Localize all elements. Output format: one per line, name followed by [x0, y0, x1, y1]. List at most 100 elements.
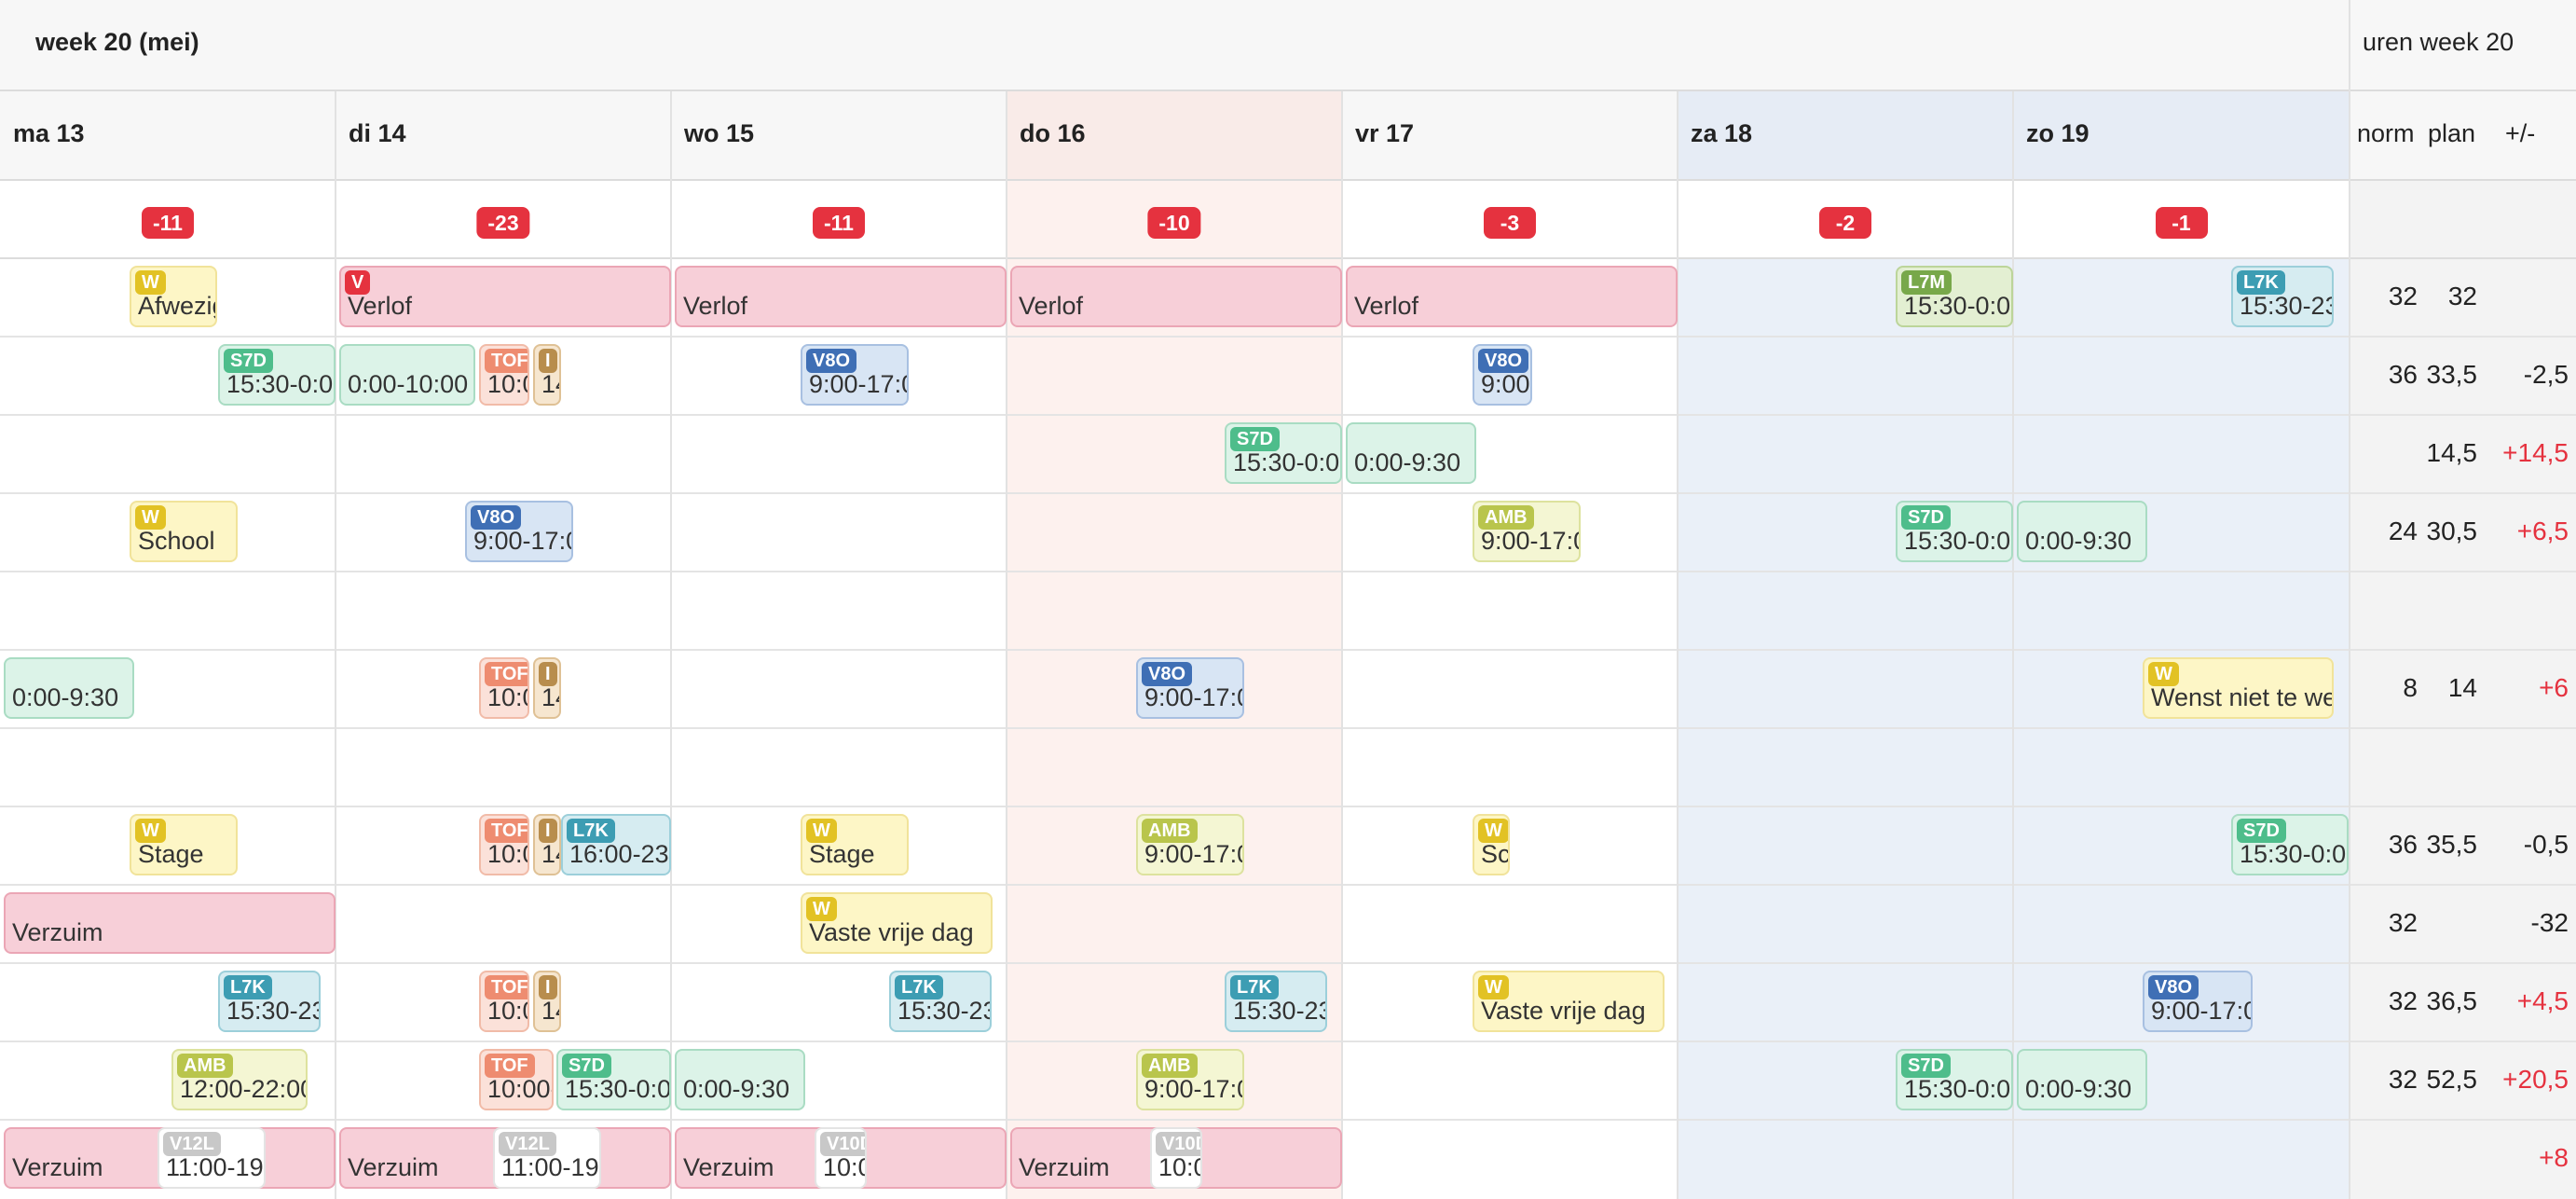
shift-block[interactable]: W Stage — [130, 814, 238, 875]
shift-text: Verzuim — [1019, 1153, 1110, 1181]
day-balance-badge: -11 — [813, 207, 865, 239]
shift-block[interactable]: L7K15:30-23:00 — [2231, 266, 2334, 327]
shift-block[interactable]: WWenst niet te werken — [2143, 657, 2334, 719]
shift-block[interactable]: V8O9:00-17:00 — [1136, 657, 1244, 719]
shift-block[interactable]: 0:00-10:00 — [339, 344, 475, 406]
shift-block[interactable]: V Verlof — [339, 266, 671, 327]
shift-block[interactable]: L7K15:30-23:00 — [218, 971, 321, 1032]
shift-block[interactable]: TOF10:00 — [479, 971, 529, 1032]
shift-block[interactable]: V12L11:00-19:30 — [493, 1127, 601, 1189]
shift-block[interactable]: TOF10:00 — [479, 657, 529, 719]
shift-block[interactable]: 0:00-9:30 — [2017, 501, 2147, 562]
shift-block[interactable]: V8O9:00-17:00 — [801, 344, 909, 406]
shift-block[interactable]: S7D15:30-0:00 — [1896, 501, 2013, 562]
shift-block[interactable]: V8O9:00-17:00 — [465, 501, 573, 562]
shift-text: 15:30-23:00 — [2240, 292, 2332, 320]
day-header-3[interactable]: do 16 — [1020, 119, 1086, 148]
shift-block[interactable]: V8O9:00-17:00 — [2143, 971, 2253, 1032]
summary-diff: +6 — [2539, 673, 2569, 702]
shift-block[interactable]: AMB 12:00-22:00 — [171, 1049, 308, 1110]
shift-block[interactable]: AMB9:00-17:00 — [1136, 1049, 1244, 1110]
shift-text: Verlof — [1019, 292, 1084, 320]
shift-text: 15:30-23:00 — [226, 997, 319, 1025]
shift-block[interactable]: V10D10:00 — [1150, 1127, 1202, 1189]
column-divider — [335, 91, 336, 1199]
shift-text: Verzuim — [348, 1153, 439, 1181]
shift-block[interactable]: S7D15:30-0:00 — [556, 1049, 671, 1110]
shift-block[interactable]: I14 — [533, 657, 561, 719]
shift-text: 0:00-9:30 — [683, 1075, 790, 1103]
shift-block[interactable]: W Stage — [801, 814, 909, 875]
shift-text: 14 — [541, 997, 559, 1025]
column-divider — [1341, 91, 1343, 1199]
shift-block[interactable]: Verlof — [1346, 266, 1678, 327]
day-header-2[interactable]: wo 15 — [684, 119, 754, 148]
shift-block[interactable]: I14 — [533, 344, 561, 406]
shift-block[interactable]: L7K15:30-23:00 — [1225, 971, 1327, 1032]
shift-block[interactable]: Verlof — [1010, 266, 1342, 327]
shift-block[interactable]: I14 — [533, 971, 561, 1032]
shift-block[interactable]: TOF 10:00- — [479, 1049, 554, 1110]
shift-block[interactable]: 0:00-9:30 — [675, 1049, 805, 1110]
day-header-5[interactable]: za 18 — [1691, 119, 1752, 148]
shift-block[interactable]: WSchool — [1473, 814, 1510, 875]
summary-diff: +6,5 — [2516, 517, 2569, 545]
shift-block[interactable]: V12L11:00-19:30 — [158, 1127, 266, 1189]
shift-block[interactable]: 0:00-9:30 — [2017, 1049, 2147, 1110]
shift-block[interactable]: TOF10:00 — [479, 814, 529, 875]
column-divider — [1677, 91, 1679, 1199]
shift-text: Vaste vrije dag — [1481, 997, 1646, 1025]
shift-block[interactable]: L7M 15:30-0:00 — [1896, 266, 2013, 327]
row-divider — [0, 727, 2576, 729]
shift-block[interactable]: V8O 9:00 — [1473, 344, 1532, 406]
summary-plan: 14 — [2447, 673, 2477, 702]
shift-text: Afwezig — [138, 292, 215, 320]
summary-diff: +4,5 — [2516, 986, 2569, 1015]
day-header-6[interactable]: zo 19 — [2026, 119, 2090, 148]
summary-diff: -2,5 — [2523, 360, 2569, 389]
day-header-0[interactable]: ma 13 — [13, 119, 85, 148]
shift-block[interactable]: V10D10:00 — [815, 1127, 867, 1189]
summary-plan: 32 — [2447, 282, 2477, 310]
shift-block[interactable]: Verlof — [675, 266, 1007, 327]
shift-text: 10:00- — [487, 1075, 554, 1103]
summary-plan: 36,5 — [2426, 986, 2478, 1015]
shift-block[interactable]: S7D15:30-0:00 — [1225, 422, 1342, 484]
shift-block[interactable]: 0:00-9:30 — [1346, 422, 1476, 484]
shift-block[interactable]: I14 — [533, 814, 561, 875]
shift-text: Verlof — [348, 292, 413, 320]
shift-text: 15:30-0:00 — [1233, 448, 1342, 476]
row-divider — [0, 571, 2576, 572]
shift-block[interactable]: S7D15:30-0:00 — [2231, 814, 2349, 875]
norm-header: norm — [2357, 119, 2415, 147]
shift-text: Verzuim — [12, 918, 103, 946]
summary-plan: 30,5 — [2426, 517, 2478, 545]
shift-block[interactable]: S7D15:30-0:00 — [218, 344, 336, 406]
shift-block[interactable]: WAfwezig — [130, 266, 217, 327]
shift-block[interactable]: L7K15:30-23:00 — [889, 971, 992, 1032]
shift-block[interactable]: AMB9:00-17:00 — [1136, 814, 1244, 875]
row-divider — [0, 492, 2576, 494]
shift-block[interactable]: Verzuim — [4, 892, 336, 954]
summary-diff: +14,5 — [2502, 438, 2569, 467]
shift-block[interactable]: W Vaste vrije dag — [1473, 971, 1665, 1032]
summary-diff: -0,5 — [2523, 830, 2569, 859]
shift-block[interactable]: WSchool — [130, 501, 238, 562]
day-header-1[interactable]: di 14 — [349, 119, 406, 148]
shift-block[interactable]: W Vaste vrije dag — [801, 892, 993, 954]
shift-text: 10:00 — [487, 683, 528, 711]
shift-block[interactable]: AMB9:00-17:00 — [1473, 501, 1581, 562]
shift-block[interactable]: L7K16:00-23:00 — [561, 814, 671, 875]
shift-text: 15:30-23:00 — [897, 997, 990, 1025]
shift-block[interactable]: S7D15:30-0:00 — [1896, 1049, 2013, 1110]
shift-block[interactable]: TOF10:00 — [479, 344, 529, 406]
day-header-4[interactable]: vr 17 — [1355, 119, 1414, 148]
row-divider — [0, 257, 2576, 259]
day-balance-badge: -3 — [1484, 207, 1536, 239]
shift-text: Wenst niet te werken — [2151, 683, 2332, 711]
shift-text: 11:00-19:30 — [166, 1153, 264, 1181]
shift-text: 0:00-9:30 — [2025, 1075, 2132, 1103]
summary-diff: +20,5 — [2502, 1065, 2569, 1094]
diff-header: +/- — [2505, 119, 2536, 147]
shift-block[interactable]: 0:00-9:30 — [4, 657, 134, 719]
